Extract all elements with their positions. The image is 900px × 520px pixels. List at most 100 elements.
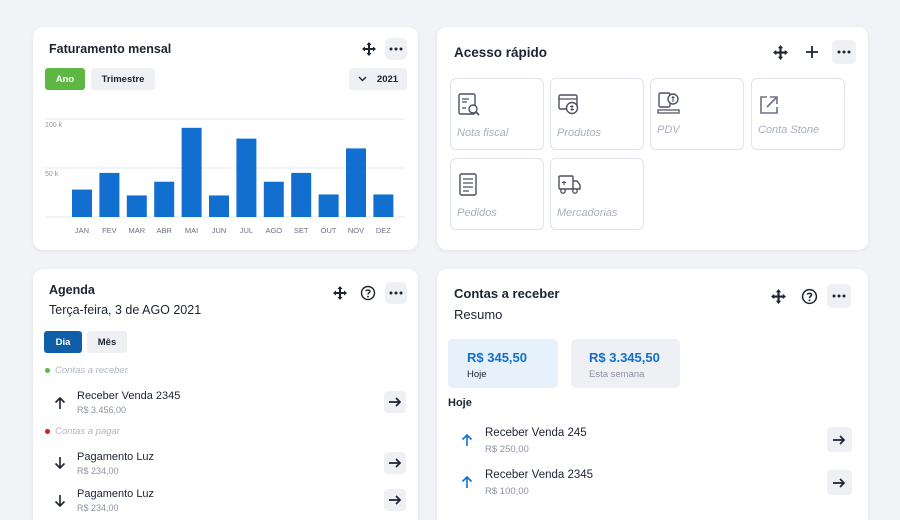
arrow-down-icon [54, 495, 66, 508]
invoice-search-icon [458, 93, 480, 116]
contas-receber-title: Contas a receber [454, 286, 560, 301]
arrow-right-icon [388, 397, 401, 407]
arrow-up-icon [461, 475, 473, 488]
chart-bar-mai[interactable] [181, 127, 202, 217]
section-hoje: Hoje [448, 397, 472, 409]
tab-ano[interactable]: Ano [45, 68, 85, 90]
arrow-right-icon [833, 434, 846, 445]
x-tick-label: OUT [321, 226, 337, 235]
arrow-up-icon [461, 433, 473, 446]
open-item-button[interactable] [384, 489, 406, 511]
more-options-icon[interactable] [832, 40, 856, 64]
chart-bar-jan[interactable] [72, 189, 92, 217]
chart-bar-set[interactable] [291, 172, 312, 217]
x-tick-label: NOV [348, 226, 364, 235]
open-item-button[interactable] [827, 427, 852, 452]
more-options-icon[interactable] [827, 284, 851, 308]
x-tick-label: DEZ [376, 226, 391, 235]
agenda-card: Agenda Terça-feira, 3 de AGO 2021 Dia Mê… [33, 269, 418, 520]
pos-terminal-icon [657, 92, 680, 114]
open-item-button[interactable] [384, 452, 406, 474]
add-icon[interactable] [801, 41, 823, 63]
open-item-button[interactable] [384, 391, 406, 413]
summary-label: Esta semana [589, 369, 645, 380]
orders-list-icon [459, 173, 477, 196]
tile-pedidos[interactable]: Pedidos [450, 158, 544, 230]
faturamento-title: Faturamento mensal [49, 42, 172, 56]
receivable-title: Receber Venda 2345 [485, 469, 594, 481]
chart-bar-nov[interactable] [346, 148, 366, 217]
year-value: 2021 [376, 73, 399, 85]
tile-pdv[interactable]: PDV [650, 78, 744, 150]
faturamento-chart: 100 k 50 k JAN FEV MAR ABR MAI JUN JUL AGO SET OUT N… [45, 118, 405, 235]
tile-label: Nota fiscal [457, 127, 509, 139]
year-select[interactable]: 2021 [349, 68, 407, 90]
chart-bar-fev[interactable] [99, 172, 120, 217]
x-tick-label: JUN [212, 226, 227, 235]
arrow-up-icon [54, 396, 66, 409]
receber-item-title: Receber Venda 2345 [77, 390, 181, 402]
arrow-right-icon [388, 495, 401, 505]
tab-mes[interactable]: Mês [87, 331, 127, 353]
external-link-icon [760, 96, 778, 114]
summary-value: R$ 345,50 [467, 350, 527, 365]
arrow-right-icon [388, 458, 401, 468]
receivable-title: Receber Venda 245 [485, 427, 587, 439]
tile-label: PDV [657, 124, 680, 136]
tile-nota-fiscal[interactable]: Nota fiscal [450, 78, 544, 150]
chart-bar-jul[interactable] [236, 138, 257, 217]
agenda-date: Terça-feira, 3 de AGO 2021 [49, 303, 202, 317]
move-icon[interactable] [358, 38, 380, 60]
chart-bar-mar[interactable] [126, 195, 147, 217]
tile-label: Produtos [557, 127, 602, 139]
contas-receber-subtitle: Resumo [454, 307, 503, 322]
chart-bar-abr[interactable] [154, 181, 175, 217]
arrow-down-icon [54, 457, 66, 470]
chart-bar-out[interactable] [318, 194, 339, 217]
pagar-dot [45, 429, 50, 434]
contas-receber-card: Contas a receber Resumo R$ 345,50 Hoje R… [437, 269, 868, 520]
faturamento-card: Faturamento mensal Ano Trimestre 2021 10… [33, 27, 418, 250]
tab-dia[interactable]: Dia [44, 331, 82, 353]
summary-value: R$ 3.345,50 [589, 350, 660, 365]
pagar-item-title: Pagamento Luz [77, 488, 155, 500]
x-tick-label: MAR [128, 226, 145, 235]
y-tick-label: 50 k [45, 171, 59, 178]
chevron-down-icon [358, 76, 367, 82]
tile-produtos[interactable]: Produtos [550, 78, 644, 150]
summary-hoje: R$ 345,50 Hoje [448, 339, 558, 388]
contas-pagar-label: Contas a pagar [55, 426, 120, 437]
x-tick-label: AGO [265, 226, 282, 235]
chart-bar-ago[interactable] [263, 181, 284, 217]
x-tick-label: MAI [185, 226, 198, 235]
acesso-rapido-card: Acesso rápido Nota fiscal Produtos PDV C… [437, 27, 868, 250]
agenda-title: Agenda [49, 283, 95, 297]
move-icon[interactable] [769, 41, 791, 63]
summary-semana: R$ 3.345,50 Esta semana [571, 339, 680, 388]
more-options-icon[interactable] [385, 38, 407, 60]
chart-bar-dez[interactable] [373, 194, 394, 217]
pagar-item-amount: R$ 234,00 [77, 503, 119, 513]
open-item-button[interactable] [827, 470, 852, 495]
x-tick-label: SET [294, 226, 309, 235]
help-icon[interactable] [798, 285, 820, 307]
summary-label: Hoje [467, 369, 487, 380]
chart-bar-jun[interactable] [209, 195, 229, 217]
help-icon[interactable] [357, 282, 379, 304]
receivable-amount: R$ 250,00 [485, 444, 529, 455]
more-options-icon[interactable] [385, 282, 407, 304]
tile-conta-stone[interactable]: Conta Stone [751, 78, 845, 150]
tile-mercadorias[interactable]: Mercadorias [550, 158, 644, 230]
move-icon[interactable] [329, 282, 351, 304]
tab-trimestre[interactable]: Trimestre [91, 68, 155, 90]
receber-dot [45, 368, 50, 373]
arrow-right-icon [833, 477, 846, 488]
pagar-item-title: Pagamento Luz [77, 451, 155, 463]
receivable-amount: R$ 100,00 [485, 486, 529, 497]
contas-receber-label: Contas a receber [55, 365, 128, 376]
pagar-item-amount: R$ 234,00 [77, 466, 119, 476]
acesso-rapido-title: Acesso rápido [454, 45, 548, 60]
tile-label: Mercadorias [557, 207, 618, 219]
move-icon[interactable] [767, 285, 789, 307]
x-tick-label: FEV [102, 226, 117, 235]
